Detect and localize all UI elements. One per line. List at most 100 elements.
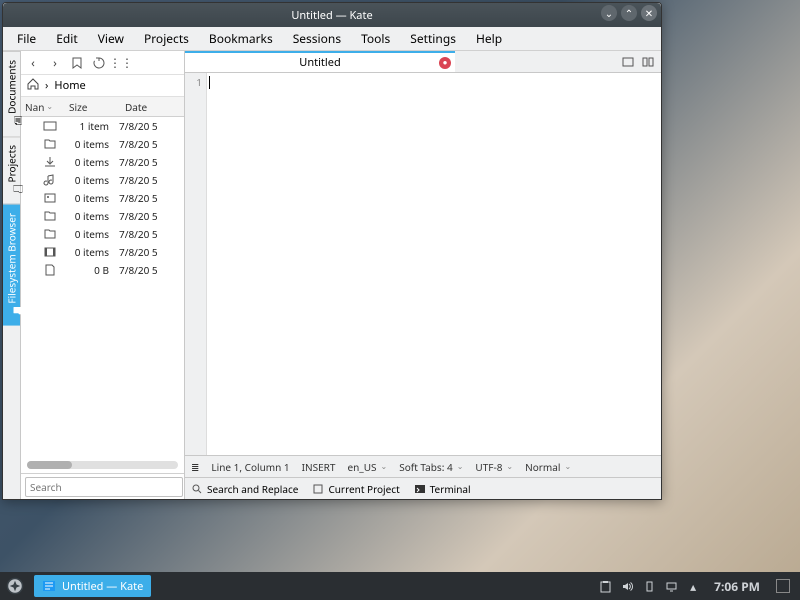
minimize-button[interactable]: ⌄	[601, 5, 617, 21]
titlebar[interactable]: Untitled — Kate ⌄ ⌃ ✕	[3, 3, 661, 27]
folder-documents-icon	[43, 137, 57, 151]
breadcrumb-sep: ›	[45, 78, 48, 93]
folder-desktop-icon	[43, 119, 57, 133]
folder-videos-icon	[43, 245, 57, 259]
status-mode[interactable]: INSERT	[302, 460, 336, 474]
network-icon[interactable]	[664, 579, 678, 593]
status-encoding[interactable]: UTF-8⌄	[475, 460, 513, 474]
horizontal-scrollbar[interactable]	[27, 461, 178, 469]
folder-templates-icon	[43, 227, 57, 241]
folder-pictures-icon	[43, 191, 57, 205]
window-title: Untitled — Kate	[291, 8, 372, 23]
kate-window: Untitled — Kate ⌄ ⌃ ✕ File Edit View Pro…	[2, 2, 662, 500]
search-replace-tab[interactable]: Search and Replace	[191, 482, 298, 496]
fs-row[interactable]: 0 B7/8/20 5	[21, 261, 184, 279]
chevron-down-icon: ⌄	[506, 461, 513, 472]
nav-back-button[interactable]: ‹	[25, 55, 41, 71]
tab-close-button[interactable]: ●	[439, 57, 451, 69]
chevron-down-icon: ⌄	[381, 461, 388, 472]
home-icon	[27, 78, 39, 94]
clock[interactable]: 7:06 PM	[708, 578, 766, 595]
status-locale[interactable]: en_US⌄	[347, 460, 387, 474]
system-tray: ▴ 7:06 PM	[594, 578, 800, 595]
menu-file[interactable]: File	[7, 28, 46, 49]
fs-row[interactable]: 0 items7/8/20 5	[21, 243, 184, 261]
col-size[interactable]: Size	[65, 100, 121, 114]
maximize-button[interactable]: ⌃	[621, 5, 637, 21]
menu-help[interactable]: Help	[466, 28, 512, 49]
text-editor[interactable]	[207, 73, 661, 455]
menu-edit[interactable]: Edit	[46, 28, 87, 49]
fs-row[interactable]: 0 items7/8/20 5	[21, 207, 184, 225]
editor-content[interactable]: 1	[185, 73, 661, 455]
search-icon	[191, 483, 203, 495]
chevron-down-icon: ⌄	[457, 461, 464, 472]
status-tabs[interactable]: Soft Tabs: 4⌄	[399, 460, 463, 474]
show-desktop-button[interactable]	[776, 579, 790, 593]
taskbar-entry-label: Untitled — Kate	[62, 579, 143, 594]
status-position[interactable]: Line 1, Column 1	[211, 460, 289, 474]
nav-forward-button[interactable]: ›	[47, 55, 63, 71]
filesystem-icon: 🖿	[7, 308, 17, 318]
application-launcher[interactable]	[0, 572, 30, 600]
tab-label: Untitled	[299, 55, 340, 70]
filesystem-browser-panel: ‹ › ⋮⋮ › Home Nan⌄ Size Date 1 item7/8/2…	[21, 51, 185, 499]
project-icon: 🗀	[7, 186, 17, 196]
taskbar-entry-kate[interactable]: Untitled — Kate	[34, 575, 151, 597]
fs-row[interactable]: 1 item7/8/20 5	[21, 117, 184, 135]
chevron-down-icon: ⌄	[46, 101, 53, 112]
split-view-button[interactable]	[641, 55, 655, 69]
sidebar-tab-documents[interactable]: 🗎Documents	[3, 51, 20, 136]
menu-tools[interactable]: Tools	[351, 28, 400, 49]
fs-row[interactable]: 0 items7/8/20 5	[21, 135, 184, 153]
document-tabs: Untitled ●	[185, 51, 661, 73]
volume-icon[interactable]	[620, 579, 634, 593]
document-icon: 🗎	[7, 118, 17, 128]
chevron-down-icon: ⌄	[564, 461, 571, 472]
document-tab[interactable]: Untitled ●	[185, 51, 455, 72]
editor-area: Untitled ● 1 ≣ Line 1, Column 1 INSERT e…	[185, 51, 661, 499]
search-input[interactable]	[25, 477, 183, 497]
kate-icon	[42, 579, 56, 593]
status-highlight[interactable]: Normal⌄	[525, 460, 571, 474]
fs-row[interactable]: 0 items7/8/20 5	[21, 171, 184, 189]
terminal-tab[interactable]: Terminal	[414, 482, 471, 496]
menubar: File Edit View Projects Bookmarks Sessio…	[3, 27, 661, 51]
line-number-gutter: 1	[185, 73, 207, 455]
sidebar-tab-projects[interactable]: 🗀Projects	[3, 136, 20, 204]
clipboard-icon[interactable]	[598, 579, 612, 593]
text-cursor	[209, 76, 210, 89]
tray-expand-icon[interactable]: ▴	[686, 579, 700, 593]
breadcrumb-home[interactable]: Home	[54, 78, 85, 93]
new-tab-button[interactable]	[621, 55, 635, 69]
kde-logo-icon	[6, 577, 24, 595]
col-name[interactable]: Nan⌄	[21, 100, 65, 114]
bookmark-button[interactable]	[69, 55, 85, 71]
current-project-tab[interactable]: Current Project	[312, 482, 399, 496]
options-button[interactable]: ⋮⋮	[113, 55, 129, 71]
close-button[interactable]: ✕	[641, 5, 657, 21]
fs-row[interactable]: 0 items7/8/20 5	[21, 225, 184, 243]
expand-icon[interactable]: ≣	[191, 460, 199, 474]
fs-column-headers: Nan⌄ Size Date	[21, 97, 184, 117]
terminal-icon	[414, 483, 426, 495]
sync-folder-button[interactable]	[91, 55, 107, 71]
file-icon	[43, 263, 57, 277]
menu-settings[interactable]: Settings	[400, 28, 466, 49]
breadcrumb[interactable]: › Home	[21, 75, 184, 97]
taskbar: Untitled — Kate ▴ 7:06 PM	[0, 572, 800, 600]
menu-view[interactable]: View	[88, 28, 134, 49]
menu-sessions[interactable]: Sessions	[283, 28, 351, 49]
menu-projects[interactable]: Projects	[134, 28, 199, 49]
fs-row[interactable]: 0 items7/8/20 5	[21, 153, 184, 171]
fs-file-list: 1 item7/8/20 5 0 items7/8/20 5 0 items7/…	[21, 117, 184, 457]
left-sidebar-strip: 🗎Documents 🗀Projects 🖿Filesystem Browser	[3, 51, 21, 499]
device-icon[interactable]	[642, 579, 656, 593]
folder-public-icon	[43, 209, 57, 223]
project-icon	[312, 483, 324, 495]
fs-nav-toolbar: ‹ › ⋮⋮	[21, 51, 184, 75]
menu-bookmarks[interactable]: Bookmarks	[199, 28, 283, 49]
fs-row[interactable]: 0 items7/8/20 5	[21, 189, 184, 207]
sidebar-tab-filesystem[interactable]: 🖿Filesystem Browser	[3, 204, 20, 326]
col-date[interactable]: Date	[121, 100, 184, 114]
